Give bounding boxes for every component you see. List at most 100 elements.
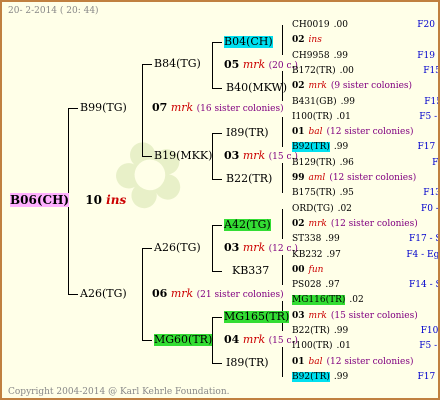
- root-label: B06(CH): [10, 193, 70, 207]
- mark-label: mrk: [170, 287, 194, 300]
- grandparent-node[interactable]: B19(MKK): [154, 150, 212, 162]
- sister-colonies: (12 sister colonies): [326, 356, 414, 367]
- g4-node[interactable]: I100(TR).01 F5 - Takab93aR: [292, 340, 438, 352]
- g4-node[interactable]: B129(TR).96 F9 - Atlas85R: [292, 157, 438, 169]
- g4-year: .01: [336, 111, 351, 122]
- gen-number: 02: [292, 218, 305, 229]
- tree-line: [212, 363, 222, 364]
- mark-label: mrk: [170, 101, 194, 114]
- parent-node[interactable]: B99(TG): [80, 102, 127, 114]
- mark-label: mrk: [308, 81, 327, 92]
- g4-info: 02 ins: [292, 34, 326, 46]
- g4-node[interactable]: B175(TR).95 F13 - Sinop72R: [292, 187, 438, 199]
- g4-info: 01 bal (12 sister colonies): [292, 356, 413, 368]
- gen-number: 02: [292, 81, 305, 92]
- gen-number: 01: [292, 127, 305, 138]
- g4-node[interactable]: ST338.99 F17 - Sinop62R: [292, 233, 438, 245]
- tree-line: [282, 163, 283, 193]
- gen-number: 06: [152, 287, 168, 300]
- g3-node[interactable]: B04(CH): [224, 36, 273, 48]
- gen-number: 03: [292, 310, 305, 321]
- g3-node[interactable]: B22(TR): [226, 173, 272, 185]
- g4-info: 00 fun: [292, 264, 327, 276]
- g4-node[interactable]: ORD(TG).02 F0 - Ordu02-1R: [292, 203, 438, 215]
- g4-year: .02: [349, 295, 364, 306]
- g3-node[interactable]: MG165(TR): [224, 311, 290, 323]
- g4-node[interactable]: B431(GB).99 F15 - Sinop72R: [292, 96, 438, 108]
- g4-node[interactable]: KB232.97 F4 - Egypt94-2R: [292, 249, 438, 261]
- gen-number: 99: [292, 173, 305, 183]
- g4-year: .99: [333, 326, 349, 336]
- gen-number: 07: [152, 101, 168, 114]
- g4-year: .99: [333, 50, 348, 61]
- tree-line: [212, 271, 222, 272]
- g4-year: .00: [339, 65, 354, 76]
- sister-colonies: (16 sister colonies): [196, 104, 284, 114]
- gen-number: 02: [292, 35, 305, 46]
- tree-line: [282, 25, 283, 55]
- mark-label: mrk: [308, 218, 327, 229]
- g4-year: .97: [326, 249, 341, 260]
- tree-line: [68, 294, 78, 295]
- mark-label: ins: [308, 35, 322, 46]
- watermark: ✿: [96, 112, 204, 237]
- g4-node[interactable]: B92(TR).99 F17 - Sinop62R: [292, 141, 438, 153]
- mark-label: aml: [308, 173, 326, 183]
- g4-breeder: F15 - Sinop72R: [423, 65, 440, 76]
- g4-id: B22(TR): [292, 326, 330, 336]
- g3-node[interactable]: I89(TR): [226, 127, 269, 139]
- g4-breeder: F17 - Sinop62R: [417, 142, 438, 153]
- g4-node[interactable]: MG116(TR).02F2 - MG00R: [292, 294, 364, 306]
- g4-node[interactable]: CH9958.99 F19 - Sinop62R: [292, 50, 438, 62]
- g4-breeder: F20 - Sinop62R: [417, 20, 438, 30]
- gen-number: 05: [224, 58, 240, 71]
- copyright: Copyright 2004-2014 @ Karl Kehrle Founda…: [8, 387, 230, 397]
- tree-line: [282, 255, 283, 285]
- sister-colonies: (21 sister colonies): [196, 290, 284, 300]
- sister-colonies: (12 sister colonies): [326, 127, 414, 138]
- g4-node[interactable]: B92(TR).99 F17 - Sinop62R: [292, 371, 438, 383]
- mark-label: bal: [308, 127, 323, 138]
- g3-node[interactable]: B40(MKW): [226, 82, 287, 94]
- grandparent-info: 07 mrk (16 sister colonies): [152, 102, 284, 115]
- g4-info: 01 bal (12 sister colonies): [292, 126, 413, 138]
- tree-line: [282, 117, 283, 147]
- tree-line: [142, 248, 152, 249]
- g4-info: 02 mrk (9 sister colonies): [292, 80, 412, 92]
- g4-breeder: F15 - Sinop72R: [424, 96, 438, 107]
- grandparent-node[interactable]: B84(TG): [154, 58, 201, 70]
- g3-node[interactable]: A42(TG): [224, 219, 271, 231]
- g4-node[interactable]: CH0019.00 F20 - Sinop62R: [292, 19, 438, 31]
- g4-year: .96: [339, 157, 354, 168]
- g4-id: B92(TR): [292, 371, 330, 382]
- g4-node[interactable]: B172(TR).00 F15 - Sinop72R: [292, 65, 438, 77]
- g4-breeder: F17 - Sinop62R: [417, 371, 438, 382]
- gen-number: 00: [292, 264, 305, 275]
- g3-node[interactable]: I89(TR): [226, 357, 269, 369]
- g4-id: B175(TR): [292, 188, 336, 199]
- g4-breeder: F9 - Atlas85R: [432, 157, 439, 168]
- g3-node[interactable]: KB337: [232, 265, 269, 277]
- g4-info: 99 aml (12 sister colonies): [292, 172, 416, 184]
- gen-number: 03: [224, 149, 240, 162]
- g4-year: .97: [325, 280, 340, 291]
- g4-id: CH9958: [292, 50, 330, 61]
- tree-line: [68, 108, 78, 109]
- g4-year: .02: [337, 203, 352, 214]
- parent-node[interactable]: A26(TG): [80, 288, 127, 300]
- g4-breeder: F4 - Egypt94-2R: [406, 249, 440, 260]
- g4-node[interactable]: PS028.97 F14 - Sinop72R: [292, 279, 438, 291]
- g4-id: CH0019: [292, 20, 330, 30]
- g4-breeder: F5 - Takab93aR: [419, 111, 438, 122]
- grandparent-node[interactable]: A26(TG): [154, 242, 201, 254]
- tree-line: [142, 64, 152, 65]
- tree-line: [142, 340, 152, 341]
- g4-node[interactable]: I100(TR).01 F5 - Takab93aR: [292, 111, 438, 123]
- g4-breeder: F10 - Atlas85R: [420, 326, 439, 336]
- g3-info: 05 mrk (20 c.): [224, 59, 298, 72]
- gen-number: 03: [224, 241, 240, 254]
- g4-node[interactable]: B22(TR).99 F10 - Atlas85R: [292, 325, 438, 337]
- root-node[interactable]: B06(CH) 10 ins: [10, 193, 126, 207]
- grandparent-node[interactable]: MG60(TR): [154, 334, 213, 346]
- g4-id: B92(TR): [292, 142, 330, 153]
